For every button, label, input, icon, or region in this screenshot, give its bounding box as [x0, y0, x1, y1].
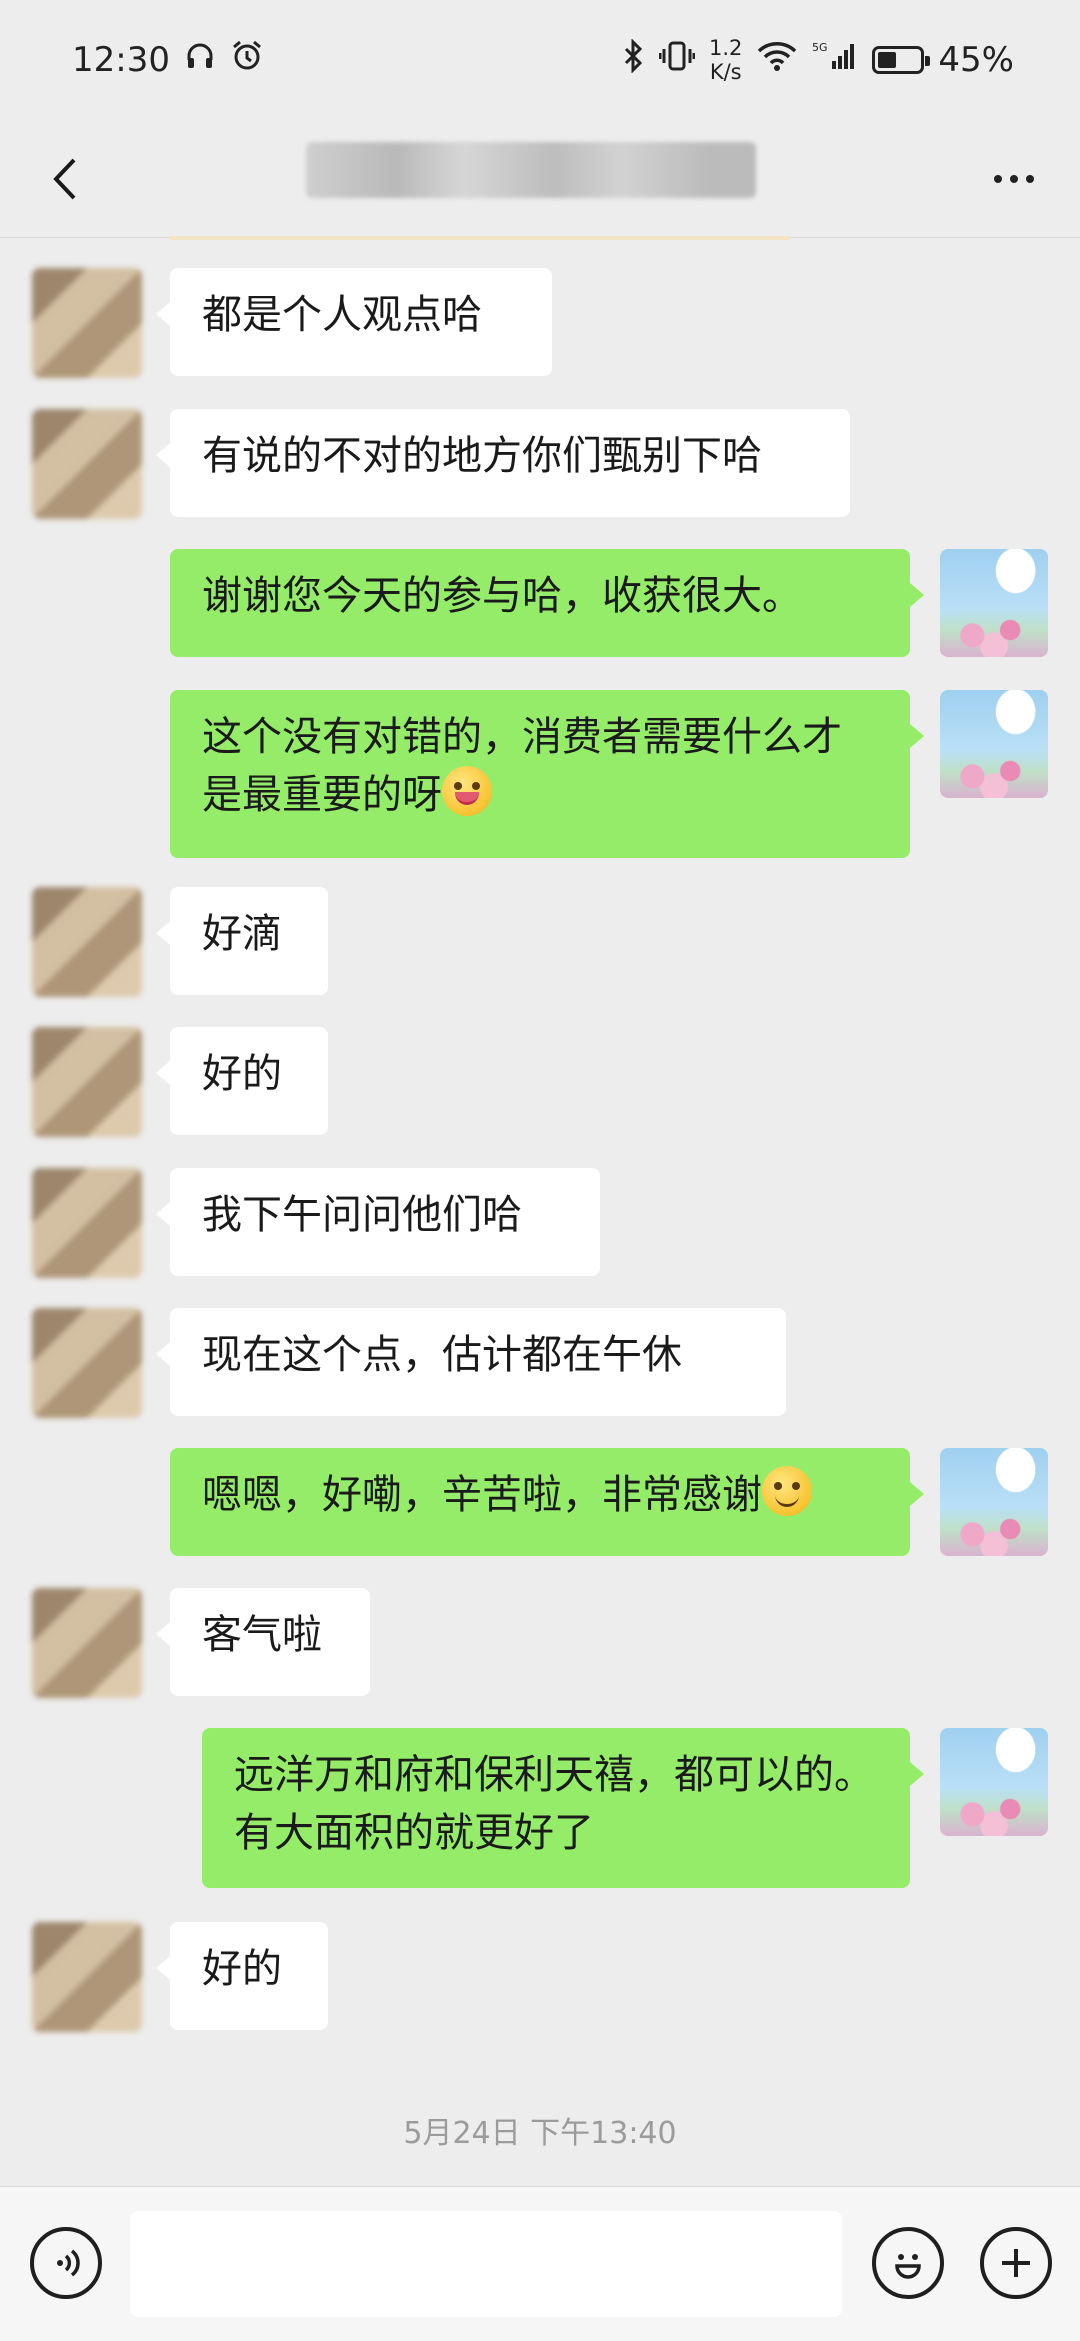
contact-avatar[interactable]: [32, 1922, 142, 2032]
input-bar: [0, 2186, 1080, 2341]
message-text: 现在这个点，估计都在午休: [202, 1332, 682, 1378]
message-text: 我下午问问他们哈: [202, 1192, 522, 1238]
pinned-strip: [170, 236, 790, 240]
contact-avatar[interactable]: [32, 887, 142, 997]
contact-avatar[interactable]: [32, 1308, 142, 1418]
wifi-icon: [756, 39, 798, 82]
voice-button[interactable]: [30, 2227, 102, 2299]
winking-face-icon: [442, 766, 492, 816]
clock: 12:30: [72, 40, 170, 80]
voice-icon: [57, 2249, 80, 2277]
message-bubble[interactable]: 都是个人观点哈: [156, 268, 552, 376]
message-bubble[interactable]: 谢谢您今天的参与哈，收获很大。: [170, 549, 924, 657]
emoji-icon: [895, 2254, 921, 2279]
message-text: 谢谢您今天的参与哈，收获很大。: [202, 573, 802, 619]
contact-avatar[interactable]: [32, 1168, 142, 1278]
message-text: 都是个人观点哈: [202, 292, 482, 338]
my-avatar[interactable]: [940, 1448, 1048, 1556]
chat-header: [0, 120, 1080, 238]
message-text: 好的: [202, 1946, 282, 1992]
message-text: 好滴: [202, 911, 282, 957]
network-speed: 1.2 K/s: [709, 36, 742, 84]
more-dots-icon: [994, 174, 1002, 183]
chevron-left-icon: [53, 158, 76, 199]
message-bubble[interactable]: 好滴: [156, 887, 328, 995]
more-button[interactable]: [984, 149, 1044, 209]
message-text: 好的: [202, 1051, 282, 1097]
message-text: 这个没有对错的，消费者需要什么才是最重要的呀: [202, 714, 842, 818]
message-input[interactable]: [130, 2211, 842, 2317]
battery-fill: [878, 52, 897, 68]
battery-icon: [872, 46, 931, 74]
contact-avatar[interactable]: [32, 409, 142, 519]
message-text: 客气啦: [202, 1612, 322, 1658]
svg-text:5G: 5G: [812, 41, 828, 54]
vibrate-icon: [658, 39, 696, 82]
message-text: 有说的不对的地方你们甄别下哈: [202, 433, 762, 479]
smiling-face-icon: [762, 1466, 812, 1516]
status-left: 12:30: [72, 39, 264, 82]
message-bubble[interactable]: 好的: [156, 1027, 328, 1135]
contact-avatar[interactable]: [32, 268, 142, 378]
message-bubble[interactable]: 嗯嗯，好嘞，辛苦啦，非常感谢: [170, 1448, 924, 1556]
message-bubble[interactable]: 远洋万和府和保利天禧，都可以的。有大面积的就更好了: [202, 1728, 924, 1888]
contact-avatar[interactable]: [32, 1588, 142, 1698]
message-bubble[interactable]: 现在这个点，估计都在午休: [156, 1308, 786, 1416]
message-text: 嗯嗯，好嘞，辛苦啦，非常感谢: [202, 1472, 762, 1518]
message-bubble[interactable]: 客气啦: [156, 1588, 370, 1696]
network-speed-value: 1.2: [709, 36, 743, 60]
back-button[interactable]: [36, 149, 96, 209]
message-bubble[interactable]: 好的: [156, 1922, 328, 2030]
message-bubble[interactable]: 有说的不对的地方你们甄别下哈: [156, 409, 850, 517]
headphones-icon: [184, 40, 216, 81]
message-bubble[interactable]: 这个没有对错的，消费者需要什么才是最重要的呀: [170, 690, 924, 858]
status-bar: 12:30 1.2 K/s 5G 45%: [0, 0, 1080, 120]
plus-icon: [1002, 2249, 1030, 2277]
time-divider: 5月24日 下午13:40: [403, 2116, 677, 2151]
contact-avatar[interactable]: [32, 1027, 142, 1137]
battery-percent: 45%: [938, 40, 1014, 80]
my-avatar[interactable]: [940, 690, 1048, 798]
network-speed-unit: K/s: [709, 60, 742, 84]
signal-5g-icon: 5G: [812, 39, 858, 82]
message-bubble[interactable]: 我下午问问他们哈: [156, 1168, 600, 1276]
status-right: 1.2 K/s 5G 45%: [623, 36, 1014, 84]
message-text: 远洋万和府和保利天禧，都可以的。有大面积的就更好了: [234, 1752, 874, 1856]
bluetooth-icon: [623, 37, 645, 82]
emoji-button[interactable]: [872, 2227, 944, 2299]
my-avatar[interactable]: [940, 1728, 1048, 1836]
plus-button[interactable]: [980, 2227, 1052, 2299]
chat-title: [306, 142, 756, 198]
alarm-icon: [230, 39, 264, 82]
my-avatar[interactable]: [940, 549, 1048, 657]
